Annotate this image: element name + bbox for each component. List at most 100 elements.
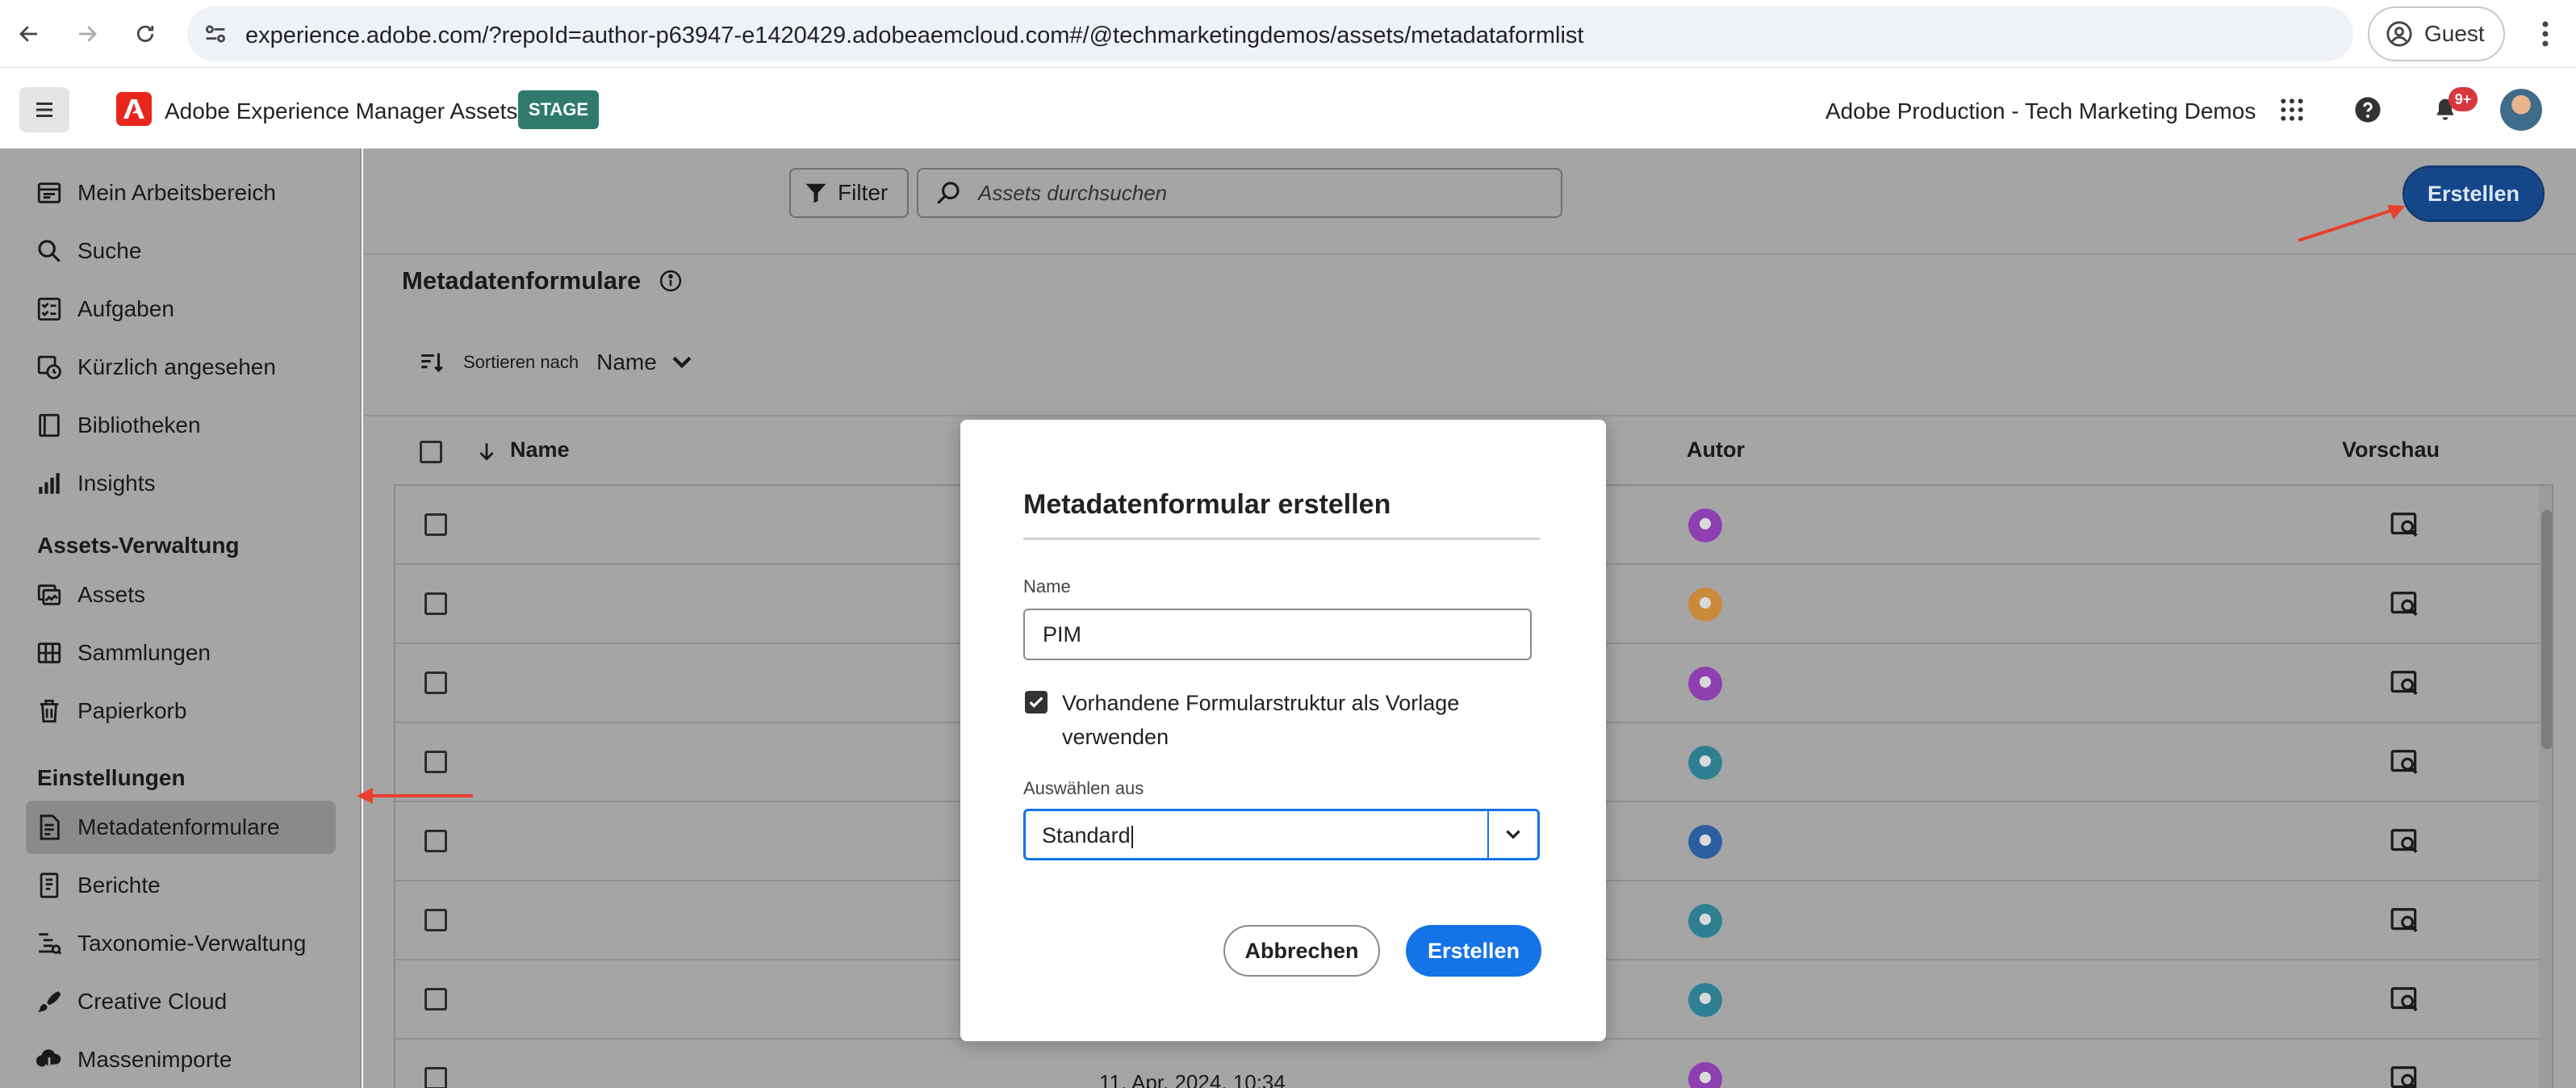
sidebar-item-insights[interactable]: Insights [26, 457, 336, 510]
checkmark-icon [1029, 697, 1043, 708]
sidebar-item-label: Insights [77, 471, 156, 496]
select-field-label: Auswählen aus [1023, 778, 1144, 798]
reload-icon[interactable] [126, 15, 165, 53]
divider [363, 415, 2576, 416]
row-checkbox[interactable] [424, 592, 447, 615]
preview-icon[interactable] [2389, 826, 2421, 857]
row-checkbox[interactable] [424, 751, 447, 773]
environment-badge: STAGE [518, 90, 599, 129]
use-template-label[interactable]: Vorhandene Formularstruktur als Vorlage … [1062, 686, 1514, 754]
sidebar-item-label: Taxonomie-Verwaltung [77, 931, 307, 956]
sidebar-item-assets[interactable]: Assets [26, 568, 336, 621]
address-bar[interactable]: experience.adobe.com/?repoId=author-p639… [187, 6, 2353, 61]
search-input[interactable]: Assets durchsuchen [917, 168, 1562, 218]
row-checkbox[interactable] [424, 909, 447, 931]
sidebar-item-tasks[interactable]: Aufgaben [26, 282, 336, 336]
user-avatar[interactable] [2500, 89, 2542, 131]
name-field[interactable]: PIM [1023, 609, 1532, 660]
profile-button[interactable]: Guest [2368, 6, 2505, 61]
library-icon [39, 413, 60, 437]
sidebar-item-metadata-forms[interactable]: Metadatenformulare [26, 801, 336, 854]
sidebar-section-settings: Einstellungen [37, 765, 186, 790]
preview-icon[interactable] [2389, 1064, 2421, 1088]
create-metadata-form-dialog: Metadatenformular erstellen Name PIM Vor… [960, 420, 1606, 1041]
table-row[interactable]: 11. Apr. 2024, 10:34 [395, 1040, 2552, 1088]
row-checkbox[interactable] [424, 513, 447, 536]
page-title: Metadatenformulare [402, 266, 683, 295]
browser-menu-icon[interactable] [2526, 15, 2565, 53]
filter-button[interactable]: Filter [789, 168, 909, 218]
back-icon[interactable] [10, 15, 48, 53]
column-header-name[interactable]: Name [510, 437, 570, 462]
sidebar-item-libraries[interactable]: Bibliotheken [26, 399, 336, 452]
help-icon[interactable] [2350, 92, 2386, 128]
preview-icon[interactable] [2389, 906, 2421, 936]
use-template-checkbox[interactable] [1025, 691, 1048, 713]
hamburger-menu-icon[interactable] [19, 87, 69, 132]
cancel-button[interactable]: Abbrechen [1223, 925, 1380, 977]
reports-icon [40, 872, 59, 898]
template-select[interactable]: Standard [1023, 809, 1540, 860]
preview-icon[interactable] [2389, 747, 2421, 778]
row-modified-date: 11. Apr. 2024, 10:34 [1099, 1070, 1286, 1088]
browser-toolbar: experience.adobe.com/?repoId=author-p639… [0, 0, 2576, 68]
site-settings-icon[interactable] [202, 20, 229, 48]
sidebar-item-label: Berichte [77, 872, 161, 898]
info-icon[interactable] [659, 269, 683, 293]
row-checkbox[interactable] [424, 672, 447, 694]
insights-icon [39, 473, 60, 494]
sort-arrow-down-icon[interactable] [476, 441, 497, 462]
name-field-label: Name [1023, 576, 1071, 596]
template-select-value[interactable]: Standard [1042, 823, 1133, 848]
sidebar-item-workspace[interactable]: Mein Arbeitsbereich [26, 166, 336, 220]
recent-icon [37, 355, 61, 379]
table-scrollbar[interactable] [2539, 486, 2552, 1088]
author-avatar [1688, 667, 1722, 701]
sidebar-item-bulk-imports[interactable]: Massenimporte [26, 1033, 336, 1086]
select-all-checkbox[interactable] [420, 441, 442, 463]
row-checkbox[interactable] [424, 1067, 447, 1088]
preview-icon[interactable] [2389, 985, 2421, 1015]
preview-icon[interactable] [2389, 510, 2421, 541]
apps-grid-icon[interactable] [2274, 92, 2310, 128]
scrollbar-thumb[interactable] [2541, 510, 2552, 749]
sidebar-item-label: Assets [77, 582, 146, 607]
notifications-icon[interactable]: 9+ [2428, 87, 2478, 128]
sidebar-item-creative-cloud[interactable]: Creative Cloud [26, 975, 336, 1028]
create-button[interactable]: Erstellen [2402, 165, 2545, 222]
search-icon [38, 240, 61, 262]
sidebar-item-reports[interactable]: Berichte [26, 859, 336, 912]
row-checkbox[interactable] [424, 988, 447, 1011]
dialog-create-button[interactable]: Erstellen [1406, 925, 1541, 977]
profile-label: Guest [2424, 21, 2485, 46]
column-header-author[interactable]: Autor [1687, 437, 1745, 462]
forward-icon[interactable] [68, 15, 107, 53]
sort-control: Sortieren nach Name [418, 349, 696, 376]
sidebar-item-collections[interactable]: Sammlungen [26, 626, 336, 680]
sidebar-item-taxonomy[interactable]: Taxonomie-Verwaltung [26, 917, 336, 970]
sidebar-section-assets: Assets-Verwaltung [37, 533, 240, 558]
sidebar-item-search[interactable]: Suche [26, 224, 336, 278]
app-title[interactable]: Adobe Experience Manager Assets [165, 98, 517, 124]
preview-icon[interactable] [2389, 589, 2421, 620]
form-icon [40, 814, 60, 840]
organization-switcher[interactable]: Adobe Production - Tech Marketing Demos [1825, 98, 2256, 124]
chevron-down-icon [1506, 830, 1520, 839]
trash-icon [40, 699, 59, 723]
sort-order-icon[interactable] [418, 349, 445, 376]
adobe-logo-icon[interactable] [116, 92, 152, 126]
sidebar-item-recent[interactable]: Kürzlich angesehen [26, 341, 336, 394]
page-title-text: Metadatenformulare [402, 266, 642, 295]
sort-value: Name [596, 349, 657, 375]
sort-dropdown[interactable]: Name [596, 349, 696, 376]
assets-toolbar: Filter Assets durchsuchen Erstellen [363, 149, 2576, 255]
tasks-icon [37, 297, 61, 321]
sidebar-item-trash[interactable]: Papierkorb [26, 684, 336, 738]
preview-icon[interactable] [2389, 668, 2421, 699]
template-select-toggle[interactable] [1487, 811, 1537, 858]
url-text[interactable]: experience.adobe.com/?repoId=author-p639… [245, 23, 1583, 49]
row-checkbox[interactable] [424, 830, 447, 852]
dialog-title: Metadatenformular erstellen [1023, 489, 1391, 520]
sidebar-item-label: Creative Cloud [77, 989, 228, 1014]
sidebar-item-label: Metadatenformulare [77, 814, 280, 839]
